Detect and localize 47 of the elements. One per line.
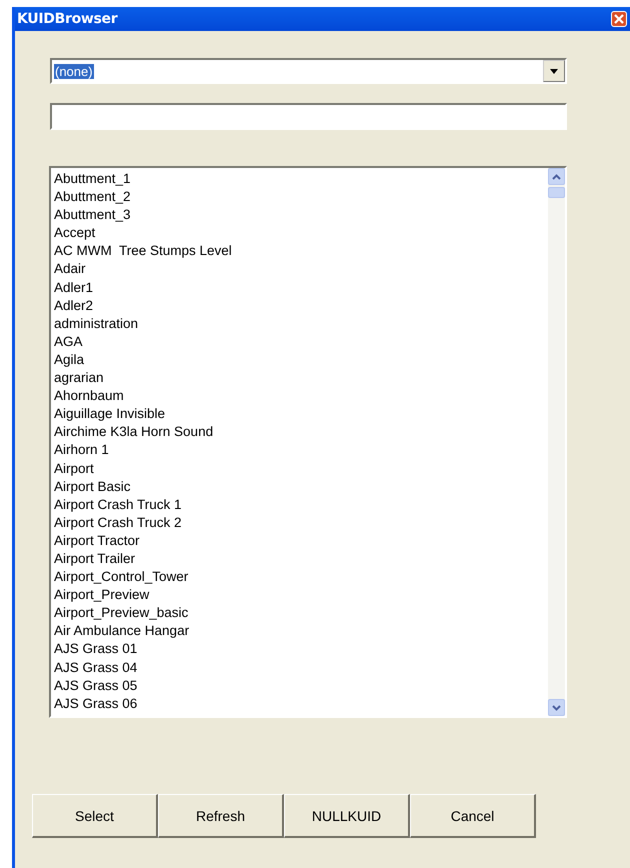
list-item[interactable]: Abuttment_1 <box>54 170 548 188</box>
list-item[interactable]: Airchime K3la Horn Sound <box>54 423 548 442</box>
list-item[interactable]: Airport Crash Truck 1 <box>54 496 548 514</box>
dialog-button[interactable]: Refresh <box>158 794 284 838</box>
scroll-down-button[interactable] <box>548 699 565 716</box>
list-item[interactable]: Airport Basic <box>54 478 548 496</box>
dialog-button[interactable]: Cancel <box>410 794 536 838</box>
list-item[interactable]: Abuttment_2 <box>54 188 548 206</box>
dropdown-arrow-button[interactable] <box>543 60 565 82</box>
list-item[interactable]: Airport Trailer <box>54 550 548 568</box>
list-item[interactable]: AJS Grass 06 <box>54 694 548 713</box>
list-item[interactable]: Accept <box>54 224 548 242</box>
window-title: KUIDBrowser <box>17 11 118 27</box>
dropdown[interactable]: (none) <box>50 58 567 84</box>
list-item[interactable]: Airport Crash Truck 2 <box>54 514 548 532</box>
list-box[interactable] <box>49 166 567 718</box>
scroll-up-button[interactable] <box>548 168 565 185</box>
list-item[interactable]: AJS Grass 01 <box>54 640 548 659</box>
list-item[interactable]: AJS Grass 05 <box>54 676 548 695</box>
list-item[interactable]: agrarian <box>54 369 548 388</box>
list-item[interactable]: AC MWM Tree Stumps Level <box>54 242 548 260</box>
dialog-button[interactable]: NULLKUID <box>284 794 410 838</box>
scroll-thumb[interactable] <box>548 187 565 198</box>
list-item[interactable]: Airport Tractor <box>54 532 548 550</box>
list-item[interactable]: Airhorn 1 <box>54 441 548 460</box>
list-item[interactable]: Airport_Control_Tower <box>54 568 548 586</box>
close-icon <box>612 12 626 26</box>
list-item[interactable]: Airport <box>54 460 548 478</box>
list-item[interactable]: Agila <box>54 350 548 370</box>
list-item[interactable]: Airport_Preview_basic <box>54 604 548 622</box>
list-item[interactable]: AGA <box>54 332 548 351</box>
input-field[interactable] <box>50 103 567 130</box>
dropdown-value: (none) <box>54 64 94 78</box>
scrollbar[interactable] <box>548 168 565 716</box>
list-item[interactable]: Adair <box>54 260 548 279</box>
caret-icon <box>550 68 558 74</box>
list-item[interactable]: AJS Grass 04 <box>54 658 548 677</box>
list-item[interactable]: Airport_Preview <box>54 586 548 604</box>
list-item[interactable]: Aiguillage Invisible <box>54 405 548 424</box>
list-item[interactable]: Abuttment_3 <box>54 206 548 224</box>
list-item[interactable]: administration <box>54 314 548 333</box>
dialog-button[interactable]: Select <box>32 794 158 838</box>
list-item[interactable]: Air Ambulance Hangar <box>54 622 548 640</box>
list-item[interactable]: Adler2 <box>54 296 548 315</box>
list-item[interactable]: Adler1 <box>54 278 548 297</box>
close-button[interactable] <box>611 11 627 27</box>
list-item[interactable]: Ahornbaum <box>54 387 548 406</box>
